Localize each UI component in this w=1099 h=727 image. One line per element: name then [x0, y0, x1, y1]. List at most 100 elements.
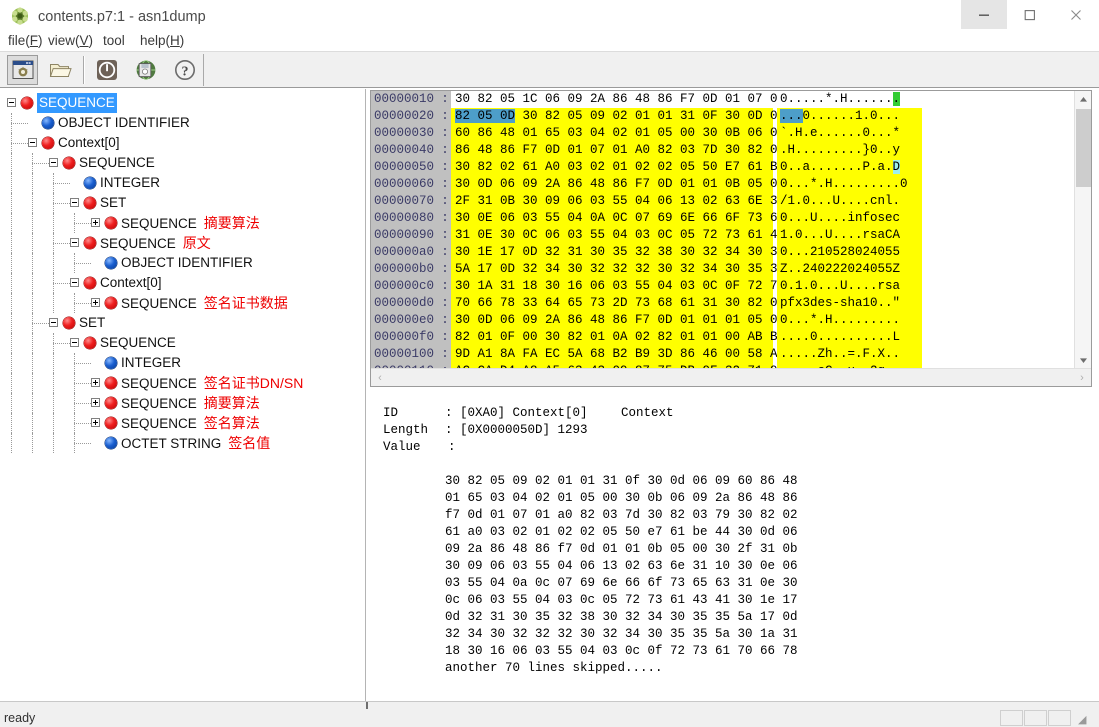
hex-ascii[interactable]: 0...*.H.........: [777, 312, 922, 329]
tree-collapse-icon[interactable]: [70, 238, 79, 247]
tree-expand-icon[interactable]: [91, 218, 100, 227]
tree-node-10[interactable]: SEQUENCE 签名证书数据: [0, 293, 365, 314]
menu-item-tool[interactable]: tool: [103, 31, 125, 50]
menu-item-help[interactable]: help(H): [140, 31, 184, 50]
hex-ascii[interactable]: ....0..........L: [777, 329, 922, 346]
tree-node-11[interactable]: SET: [0, 313, 365, 333]
hex-row[interactable]: 00000020:82 05 0D 30 82 05 09 02 01 01 3…: [371, 108, 1075, 125]
tree-collapse-icon[interactable]: [49, 158, 58, 167]
open-folder-button[interactable]: [45, 55, 76, 85]
tree-node-label[interactable]: OBJECT IDENTIFIER: [121, 253, 253, 273]
tree-node-label[interactable]: INTEGER: [121, 353, 181, 373]
hex-row[interactable]: 000000d0:70 66 78 33 64 65 73 2D 73 68 6…: [371, 295, 1075, 312]
hex-bytes[interactable]: 31 0E 30 0C 06 03 55 04 03 0C 05 72 73 6…: [451, 227, 808, 244]
hex-row[interactable]: 000000a0:30 1E 17 0D 32 31 30 35 32 38 3…: [371, 244, 1075, 261]
hex-row[interactable]: 00000030:60 86 48 01 65 03 04 02 01 05 0…: [371, 125, 1075, 142]
hex-row[interactable]: 00000090:31 0E 30 0C 06 03 55 04 03 0C 0…: [371, 227, 1075, 244]
hex-row[interactable]: 00000010:30 82 05 1C 06 09 2A 86 48 86 F…: [371, 91, 1075, 108]
hex-bytes[interactable]: 30 0D 06 09 2A 86 48 86 F7 0D 01 01 0B 0…: [451, 176, 808, 193]
tree-node-label[interactable]: SEQUENCE 摘要算法: [121, 213, 260, 234]
tree-node-3[interactable]: SEQUENCE: [0, 153, 365, 173]
splitter-grip[interactable]: [366, 702, 368, 709]
tree-expand-icon[interactable]: [91, 298, 100, 307]
tree-node-1[interactable]: OBJECT IDENTIFIER: [0, 113, 365, 133]
tree-expand-icon[interactable]: [91, 398, 100, 407]
hex-scroll-left-arrow[interactable]: ‹: [371, 369, 389, 386]
hex-horizontal-scrollbar[interactable]: ‹ ›: [371, 368, 1091, 386]
hex-bytes[interactable]: 5A 17 0D 32 34 30 32 32 32 30 32 34 30 3…: [451, 261, 808, 278]
tree-node-label[interactable]: SEQUENCE 摘要算法: [121, 393, 260, 414]
hex-ascii[interactable]: /1.0...U....cnl.: [777, 193, 922, 210]
tree-node-0[interactable]: SEQUENCE: [0, 93, 365, 113]
hex-bytes[interactable]: 2F 31 0B 30 09 06 03 55 04 06 13 02 63 6…: [451, 193, 808, 210]
tree-node-7[interactable]: SEQUENCE 原文: [0, 233, 365, 254]
tree-node-label[interactable]: OBJECT IDENTIFIER: [58, 113, 190, 133]
hex-bytes[interactable]: 30 1E 17 0D 32 31 30 35 32 38 30 32 34 3…: [451, 244, 808, 261]
tree-expand-icon[interactable]: [91, 378, 100, 387]
hex-ascii[interactable]: 0...*.H.........0: [777, 176, 922, 193]
globe-save-button[interactable]: [130, 55, 161, 85]
hex-scroll-down-arrow[interactable]: [1075, 352, 1091, 369]
hex-bytes[interactable]: 60 86 48 01 65 03 04 02 01 05 00 30 0B 0…: [451, 125, 808, 142]
hex-bytes[interactable]: 30 82 05 1C 06 09 2A 86 48 86 F7 0D 01 0…: [451, 91, 808, 108]
tree-node-2[interactable]: Context[0]: [0, 133, 365, 153]
tree-node-label[interactable]: OCTET STRING 签名值: [121, 433, 270, 454]
tree-collapse-icon[interactable]: [7, 98, 16, 107]
tree-node-label[interactable]: SEQUENCE: [100, 333, 176, 353]
hex-ascii[interactable]: 0...210528024055: [777, 244, 922, 261]
open-window-button[interactable]: [7, 55, 38, 85]
hex-row[interactable]: 00000100:9D A1 8A FA EC 5A 68 B2 B9 3D 8…: [371, 346, 1075, 363]
hex-ascii[interactable]: 0.1.0...U....rsa: [777, 278, 922, 295]
tree-collapse-icon[interactable]: [28, 138, 37, 147]
hex-row[interactable]: 000000e0:30 0D 06 09 2A 86 48 86 F7 0D 0…: [371, 312, 1075, 329]
tree-collapse-icon[interactable]: [70, 338, 79, 347]
hex-ascii[interactable]: ...0......1.0...: [777, 108, 922, 125]
hex-row[interactable]: 00000070:2F 31 0B 30 09 06 03 55 04 06 1…: [371, 193, 1075, 210]
tree-node-label[interactable]: SEQUENCE: [79, 153, 155, 173]
hex-ascii[interactable]: `.H.e......0...*: [777, 125, 922, 142]
tree-node-6[interactable]: SEQUENCE 摘要算法: [0, 213, 365, 234]
hex-bytes[interactable]: 30 1A 31 18 30 16 06 03 55 04 03 0C 0F 7…: [451, 278, 808, 295]
hex-row[interactable]: 000000c0:30 1A 31 18 30 16 06 03 55 04 0…: [371, 278, 1075, 295]
bottom-splitter[interactable]: [0, 701, 1099, 709]
hex-row[interactable]: 000000b0:5A 17 0D 32 34 30 32 32 32 30 3…: [371, 261, 1075, 278]
asn1-tree-panel[interactable]: SEQUENCE OBJECT IDENTIFIER Context[0] SEQUE…: [0, 89, 366, 701]
power-button[interactable]: [91, 55, 122, 85]
tree-node-label[interactable]: SEQUENCE 签名证书DN/SN: [121, 373, 303, 394]
tree-node-16[interactable]: SEQUENCE 签名算法: [0, 413, 365, 433]
tree-collapse-icon[interactable]: [70, 278, 79, 287]
tree-node-14[interactable]: SEQUENCE 签名证书DN/SN: [0, 373, 365, 394]
main-scroll-area[interactable]: [1092, 89, 1099, 701]
hex-scroll-right-arrow[interactable]: ›: [1073, 369, 1091, 386]
hex-bytes[interactable]: 82 05 0D 30 82 05 09 02 01 01 31 0F 30 0…: [451, 108, 808, 125]
tree-node-label[interactable]: SEQUENCE 签名证书数据: [121, 293, 288, 314]
tree-node-label[interactable]: SET: [79, 313, 105, 333]
tree-node-label[interactable]: SEQUENCE 原文: [100, 233, 211, 254]
tree-expand-icon[interactable]: [91, 418, 100, 427]
tree-node-8[interactable]: OBJECT IDENTIFIER: [0, 253, 365, 273]
hex-row[interactable]: 00000040:86 48 86 F7 0D 01 07 01 A0 82 0…: [371, 142, 1075, 159]
hex-ascii[interactable]: Z..240222024055Z: [777, 261, 922, 278]
hex-bytes[interactable]: 9D A1 8A FA EC 5A 68 B2 B9 3D 86 46 00 5…: [451, 346, 808, 363]
tree-node-4[interactable]: INTEGER: [0, 173, 365, 193]
tree-node-label[interactable]: Context[0]: [58, 133, 120, 153]
hex-row[interactable]: 00000050:30 82 02 61 A0 03 02 01 02 02 0…: [371, 159, 1075, 176]
hex-bytes[interactable]: 30 82 02 61 A0 03 02 01 02 02 05 50 E7 6…: [451, 159, 808, 176]
hex-dump-panel[interactable]: 00000010:30 82 05 1C 06 09 2A 86 48 86 F…: [370, 90, 1092, 387]
hex-bytes[interactable]: 86 48 86 F7 0D 01 07 01 A0 82 03 7D 30 8…: [451, 142, 808, 159]
tree-node-5[interactable]: SET: [0, 193, 365, 213]
hex-row[interactable]: 00000060:30 0D 06 09 2A 86 48 86 F7 0D 0…: [371, 176, 1075, 193]
menu-item-file[interactable]: file(F): [8, 31, 43, 50]
hex-scroll-up-arrow[interactable]: [1075, 91, 1091, 108]
hex-bytes[interactable]: 82 01 0F 00 30 82 01 0A 02 82 01 01 00 A…: [451, 329, 808, 346]
tree-node-9[interactable]: Context[0]: [0, 273, 365, 293]
tree-node-17[interactable]: OCTET STRING 签名值: [0, 433, 365, 454]
hex-row[interactable]: 00000080:30 0E 06 03 55 04 0A 0C 07 69 6…: [371, 210, 1075, 227]
tree-node-label[interactable]: Context[0]: [100, 273, 162, 293]
hex-bytes[interactable]: 30 0D 06 09 2A 86 48 86 F7 0D 01 01 01 0…: [451, 312, 808, 329]
hex-ascii[interactable]: pfx3des-sha10..": [777, 295, 922, 312]
hex-row[interactable]: 000000f0:82 01 0F 00 30 82 01 0A 02 82 0…: [371, 329, 1075, 346]
hex-ascii[interactable]: .H.........}0..y: [777, 142, 922, 159]
tree-node-15[interactable]: SEQUENCE 摘要算法: [0, 393, 365, 414]
resize-grip-icon[interactable]: ◢: [1078, 714, 1090, 726]
